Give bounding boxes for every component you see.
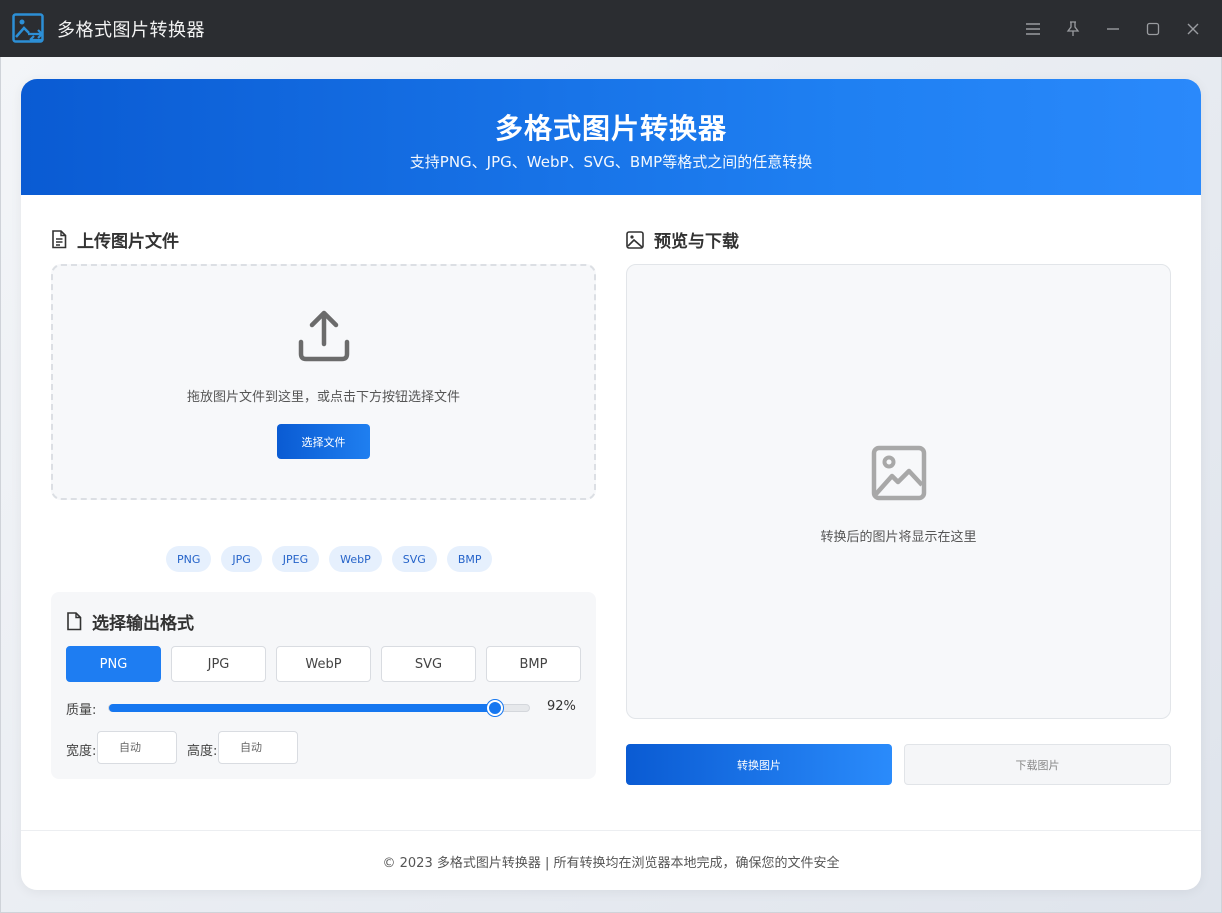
dropzone-hint: 拖放图片文件到这里，或点击下方按钮选择文件 xyxy=(186,390,460,405)
close-icon[interactable] xyxy=(1182,18,1204,40)
preview-area: 转换后的图片将显示在这里 xyxy=(626,264,1171,719)
image-placeholder-icon xyxy=(871,445,927,505)
format-tag: PNG xyxy=(166,546,212,572)
upload-icon xyxy=(296,308,352,368)
supported-format-tags: PNG JPG JPEG WebP SVG BMP xyxy=(166,546,493,572)
format-button-group: PNG JPG WebP SVG BMP xyxy=(66,646,581,682)
format-tag: JPEG xyxy=(271,546,320,572)
format-button-svg[interactable]: SVG xyxy=(381,646,476,682)
preview-hint: 转换后的图片将显示在这里 xyxy=(820,530,977,545)
format-button-bmp[interactable]: BMP xyxy=(486,646,581,682)
footer-divider xyxy=(21,830,1201,831)
format-tag: JPG xyxy=(221,546,262,572)
quality-slider-thumb[interactable] xyxy=(487,700,503,716)
format-tag: SVG xyxy=(391,546,437,572)
file-text-icon xyxy=(52,230,67,249)
quality-slider[interactable] xyxy=(108,700,530,716)
file-icon xyxy=(67,612,82,631)
preview-section-label: 预览与下载 xyxy=(654,232,739,252)
preview-section-title: 预览与下载 xyxy=(626,227,739,252)
pin-icon[interactable] xyxy=(1062,18,1084,40)
output-format-panel: 选择输出格式 PNG JPG WebP SVG BMP 质量: 92% 宽度: … xyxy=(51,592,596,779)
height-input[interactable] xyxy=(218,731,298,764)
title-bar: 多格式图片转换器 xyxy=(0,0,1222,57)
menu-icon[interactable] xyxy=(1022,18,1044,40)
upload-section-title: 上传图片文件 xyxy=(51,227,179,252)
download-button[interactable]: 下载图片 xyxy=(904,744,1171,785)
minimize-icon[interactable] xyxy=(1102,18,1124,40)
main-card: 多格式图片转换器 支持PNG、JPG、WebP、SVG、BMP等格式之间的任意转… xyxy=(21,79,1201,890)
app-logo-icon xyxy=(12,13,46,45)
width-input[interactable] xyxy=(97,731,177,764)
format-tag: BMP xyxy=(446,546,493,572)
height-label: 高度: xyxy=(187,744,218,759)
maximize-icon[interactable] xyxy=(1142,18,1164,40)
upload-dropzone[interactable]: 拖放图片文件到这里，或点击下方按钮选择文件 选择文件 xyxy=(51,264,596,500)
quality-value: 92% xyxy=(547,699,576,714)
format-button-png[interactable]: PNG xyxy=(66,646,161,682)
upload-section-label: 上传图片文件 xyxy=(77,232,179,252)
hero-title: 多格式图片转换器 xyxy=(494,112,727,145)
format-tag: WebP xyxy=(329,546,382,572)
quality-label: 质量: xyxy=(66,703,97,718)
convert-button[interactable]: 转换图片 xyxy=(626,744,892,785)
format-button-webp[interactable]: WebP xyxy=(276,646,371,682)
quality-slider-fill xyxy=(109,704,495,712)
choose-file-button[interactable]: 选择文件 xyxy=(277,424,370,459)
hero-subtitle: 支持PNG、JPG、WebP、SVG、BMP等格式之间的任意转换 xyxy=(409,153,813,171)
output-section-title: 选择输出格式 xyxy=(66,609,194,634)
window-title: 多格式图片转换器 xyxy=(57,20,205,41)
hero-banner: 多格式图片转换器 支持PNG、JPG、WebP、SVG、BMP等格式之间的任意转… xyxy=(21,79,1201,195)
format-button-jpg[interactable]: JPG xyxy=(171,646,266,682)
output-section-label: 选择输出格式 xyxy=(92,614,194,634)
image-icon xyxy=(626,230,644,249)
width-label: 宽度: xyxy=(66,744,97,759)
footer-text: © 2023 多格式图片转换器 | 所有转换均在浏览器本地完成，确保您的文件安全 xyxy=(382,856,840,871)
